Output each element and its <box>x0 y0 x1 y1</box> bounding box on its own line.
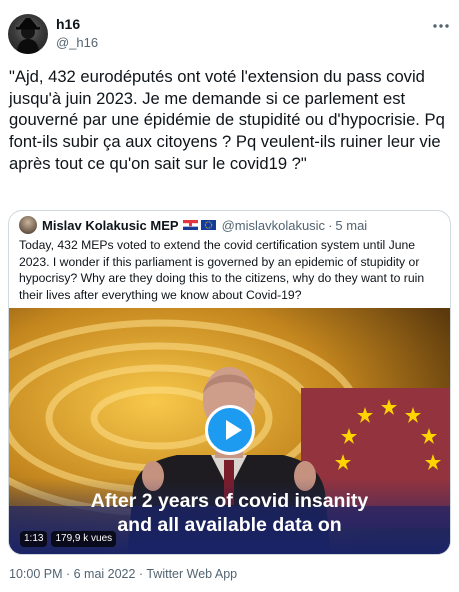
quoted-tweet[interactable]: Mislav Kolakusic MEP @mislavkolakusic · … <box>8 210 451 555</box>
quoted-date[interactable]: 5 mai <box>335 218 367 233</box>
video-views: 179,9 k vues <box>51 531 117 547</box>
author-display-name[interactable]: h16 <box>56 16 80 32</box>
eu-flag-icon <box>200 220 216 230</box>
quoted-author-avatar <box>19 216 37 234</box>
video-duration: 1:13 <box>20 531 48 547</box>
more-horizontal-icon[interactable] <box>431 16 451 36</box>
author-avatar[interactable] <box>8 14 48 54</box>
croatia-flag-icon <box>182 220 198 230</box>
author-handle[interactable]: @_h16 <box>56 35 98 50</box>
video-badges: 1:13 179,9 k vues <box>20 531 120 547</box>
video-player[interactable]: After 2 years of covid insanity and all … <box>9 308 450 554</box>
play-icon[interactable] <box>205 405 255 455</box>
tweet-text: "Ajd, 432 eurodéputés ont voté l'extensi… <box>9 67 445 173</box>
quoted-tweet-header: Mislav Kolakusic MEP @mislavkolakusic · … <box>19 215 367 235</box>
quoted-author-name: Mislav Kolakusic MEP <box>42 217 179 233</box>
video-caption-line-1: After 2 years of covid insanity <box>90 490 369 512</box>
quoted-tweet-text: Today, 432 MEPs voted to extend the covi… <box>19 238 425 302</box>
separator-dot: · <box>328 217 333 233</box>
video-caption: After 2 years of covid insanity and all … <box>9 489 450 537</box>
tweet-header: h16 @_h16 <box>8 14 451 54</box>
tweet-timestamp[interactable]: 10:00 PM · 6 mai 2022 · Twitter Web App <box>9 567 237 581</box>
quoted-author-handle: @mislavkolakusic <box>221 217 326 233</box>
